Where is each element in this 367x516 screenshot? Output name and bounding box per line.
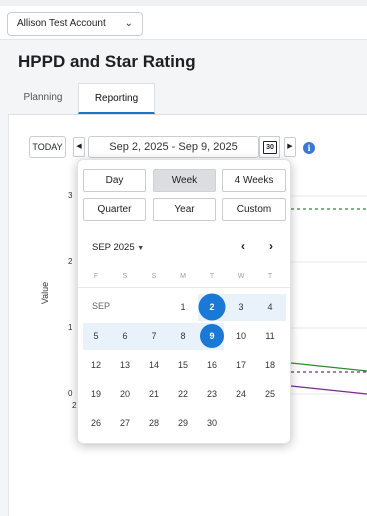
calendar-day[interactable]: 4: [258, 295, 282, 319]
calendar-button[interactable]: 30: [259, 136, 280, 158]
calendar-day[interactable]: 22: [171, 382, 195, 406]
calendar-divider: [78, 287, 290, 288]
calendar-day[interactable]: 10: [229, 324, 253, 348]
calendar-day[interactable]: 30: [200, 411, 224, 435]
calendar-day[interactable]: 12: [84, 353, 108, 377]
x-tick-label: 2: [72, 401, 77, 410]
calendar-day[interactable]: 2: [200, 295, 224, 319]
date-range-field[interactable]: Sep 2, 2025 - Sep 9, 2025: [88, 136, 259, 158]
calendar-day[interactable]: 14: [142, 353, 166, 377]
calendar-day[interactable]: 9: [200, 324, 224, 348]
date-picker-popup: Day Week 4 Weeks Quarter Year Custom SEP…: [77, 159, 291, 444]
calendar-day[interactable]: 8: [171, 324, 195, 348]
weekday-header: M: [180, 273, 186, 280]
calendar-day[interactable]: 21: [142, 382, 166, 406]
y-tick-label: 0: [68, 389, 73, 398]
calendar-icon: 30: [263, 141, 277, 154]
next-range-button[interactable]: ▶: [284, 137, 296, 157]
period-4-weeks-button[interactable]: 4 Weeks: [222, 169, 286, 192]
y-tick-label: 1: [68, 323, 73, 332]
calendar-day[interactable]: 5: [84, 324, 108, 348]
month-year-selector[interactable]: SEP 2025 ▼: [92, 242, 144, 253]
previous-range-button[interactable]: ◀: [73, 137, 85, 157]
calendar-day[interactable]: 17: [229, 353, 253, 377]
calendar-day[interactable]: 18: [258, 353, 282, 377]
previous-month-icon[interactable]: ‹: [241, 239, 245, 253]
weekday-header: F: [93, 273, 99, 280]
y-axis-label: Value: [40, 281, 51, 305]
calendar-day[interactable]: 15: [171, 353, 195, 377]
period-day-button[interactable]: Day: [83, 169, 146, 192]
calendar-day[interactable]: 29: [171, 411, 195, 435]
calendar-day[interactable]: 20: [113, 382, 137, 406]
calendar-day[interactable]: 3: [229, 295, 253, 319]
purple-series-line: [290, 385, 367, 395]
period-week-button[interactable]: Week: [153, 169, 216, 192]
calendar-day[interactable]: 11: [258, 324, 282, 348]
calendar-day[interactable]: 16: [200, 353, 224, 377]
period-custom-button[interactable]: Custom: [222, 198, 286, 221]
next-month-icon[interactable]: ›: [269, 239, 273, 253]
calendar-day[interactable]: 25: [258, 382, 282, 406]
month-abbr-label: SEP: [92, 301, 111, 311]
caret-down-icon: ▼: [137, 245, 145, 252]
today-button[interactable]: TODAY: [29, 136, 66, 158]
calendar-day[interactable]: 1: [171, 295, 195, 319]
calendar-day[interactable]: 26: [84, 411, 108, 435]
info-icon[interactable]: i: [303, 142, 315, 154]
calendar-day[interactable]: 13: [113, 353, 137, 377]
weekday-header: T: [209, 273, 215, 280]
calendar-day[interactable]: 6: [113, 324, 137, 348]
period-quarter-button[interactable]: Quarter: [83, 198, 146, 221]
weekday-header: T: [267, 273, 273, 280]
y-tick-label: 3: [68, 191, 73, 200]
calendar-day[interactable]: 24: [229, 382, 253, 406]
calendar-day[interactable]: 19: [84, 382, 108, 406]
y-tick-label: 2: [68, 257, 73, 266]
green-series-line: [290, 362, 367, 372]
weekday-header: W: [237, 273, 245, 280]
weekday-header: S: [151, 273, 157, 280]
calendar-day[interactable]: 23: [200, 382, 224, 406]
period-year-button[interactable]: Year: [153, 198, 216, 221]
calendar-day[interactable]: 7: [142, 324, 166, 348]
weekday-header: S: [122, 273, 128, 280]
calendar-day[interactable]: 28: [142, 411, 166, 435]
month-year-label: SEP 2025: [92, 242, 135, 253]
calendar-day[interactable]: 27: [113, 411, 137, 435]
